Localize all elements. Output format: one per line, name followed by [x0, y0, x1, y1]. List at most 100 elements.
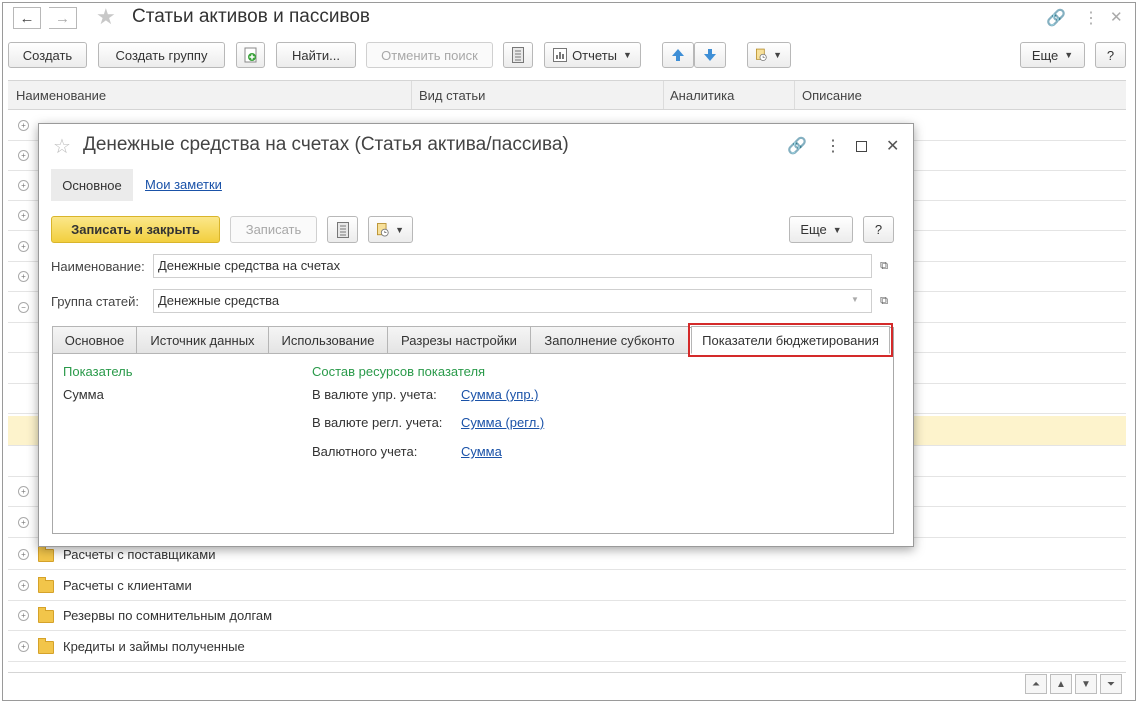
chevron-down-icon: ▼ — [832, 224, 842, 235]
arrow-up-icon — [672, 49, 684, 61]
star-icon[interactable]: ★ — [96, 4, 116, 30]
group-input[interactable]: Денежные средства — [153, 289, 872, 313]
row-name: Кредиты и займы полученные — [63, 639, 245, 654]
column-header-name[interactable]: Наименование — [16, 88, 106, 103]
more-button[interactable]: Еще ▼ — [789, 216, 853, 243]
group-label: Группа статей: — [51, 294, 139, 309]
tab-budget-indicators[interactable]: Показатели бюджетирования — [688, 323, 893, 357]
column-header-type[interactable]: Вид статьи — [419, 88, 485, 103]
expand-icon[interactable]: + — [18, 641, 29, 652]
expand-icon[interactable]: + — [18, 271, 29, 282]
list-button[interactable] — [327, 216, 358, 243]
table-row[interactable]: + Кредиты и займы полученные — [8, 632, 1126, 662]
expand-icon[interactable]: + — [18, 580, 29, 591]
help-button[interactable]: ? — [1095, 42, 1126, 68]
tab-subconto-fill[interactable]: Заполнение субконто — [530, 326, 689, 354]
open-icon[interactable]: ⧉ — [874, 291, 894, 311]
tab-data-source[interactable]: Источник данных — [136, 326, 269, 354]
expand-icon[interactable]: + — [18, 549, 29, 560]
tab-panel — [52, 327, 894, 534]
resource-label: В валюте упр. учета: — [312, 387, 437, 402]
open-icon[interactable]: ⧉ — [874, 256, 894, 276]
table-row[interactable]: + Расчеты с клиентами — [8, 571, 1126, 601]
create-button[interactable]: Создать — [8, 42, 87, 68]
chevron-up-icon: ▲ — [1056, 678, 1066, 690]
resource-link[interactable]: Сумма (регл.) — [461, 415, 544, 430]
scroll-top-icon: ⏶ — [1032, 678, 1040, 690]
expand-icon[interactable]: + — [18, 180, 29, 191]
chevron-down-icon: ▼ — [1081, 678, 1091, 690]
document-list-icon — [512, 47, 524, 63]
column-header-analytics[interactable]: Аналитика — [670, 88, 734, 103]
expand-icon[interactable]: + — [18, 610, 29, 621]
tab-setup-dimensions[interactable]: Разрезы настройки — [387, 326, 531, 354]
reports-button[interactable]: Отчеты ▼ — [544, 42, 641, 68]
move-up-button[interactable] — [662, 42, 694, 68]
expand-icon[interactable]: + — [18, 150, 29, 161]
close-icon[interactable]: ✕ — [1110, 8, 1123, 26]
link-icon[interactable]: 🔗 — [1046, 8, 1066, 28]
more-vertical-icon[interactable]: ⋮ — [825, 136, 841, 156]
arrow-left-icon: ← — [19, 9, 35, 27]
expand-icon[interactable]: + — [18, 120, 29, 131]
scroll-bottom-button[interactable]: ⏷ — [1100, 674, 1122, 694]
chevron-down-icon: ▼ — [773, 50, 782, 60]
folder-icon — [38, 607, 54, 623]
help-button[interactable]: ? — [863, 216, 894, 243]
find-button[interactable]: Найти... — [276, 42, 356, 68]
indicator-value[interactable]: Сумма — [63, 387, 104, 402]
cancel-search-button[interactable]: Отменить поиск — [366, 42, 493, 68]
copy-add-icon — [244, 47, 256, 63]
chevron-down-icon[interactable]: ▼ — [851, 295, 859, 304]
star-outline-icon[interactable]: ☆ — [53, 134, 71, 159]
tab-usage[interactable]: Использование — [268, 326, 388, 354]
back-button[interactable]: ← — [13, 7, 41, 29]
chevron-down-icon: ▼ — [623, 50, 632, 60]
more-label: Еще — [1031, 47, 1059, 63]
list-button[interactable] — [503, 42, 533, 68]
arrow-down-icon — [704, 49, 716, 61]
name-input[interactable]: Денежные средства на счетах — [153, 254, 872, 278]
table-row[interactable]: + Резервы по сомнительным долгам — [8, 601, 1126, 631]
expand-icon[interactable]: + — [18, 486, 29, 497]
name-label: Наименование: — [51, 259, 145, 274]
scroll-down-button[interactable]: ▼ — [1075, 674, 1097, 694]
expand-icon[interactable]: + — [18, 517, 29, 528]
column-separator — [411, 81, 412, 109]
more-vertical-icon[interactable]: ⋮ — [1083, 8, 1099, 28]
tab-my-notes[interactable]: Мои заметки — [145, 177, 222, 192]
grid-bottom-border — [8, 672, 1126, 673]
document-clock-icon — [377, 222, 389, 236]
resources-header: Состав ресурсов показателя — [312, 364, 486, 379]
print-menu-button[interactable]: ▼ — [368, 216, 413, 243]
tab-main[interactable]: Основное — [51, 169, 133, 201]
item-dialog: ☆ Денежные средства на счетах (Статья ак… — [38, 123, 914, 547]
chevron-down-icon: ▼ — [1064, 50, 1074, 60]
print-menu-button[interactable]: ▼ — [747, 42, 791, 68]
resource-link[interactable]: Сумма (упр.) — [461, 387, 539, 402]
maximize-icon[interactable] — [856, 141, 867, 152]
resource-label: Валютного учета: — [312, 444, 418, 459]
collapse-icon[interactable]: − — [18, 302, 29, 313]
scroll-up-button[interactable]: ▲ — [1050, 674, 1072, 694]
forward-button[interactable]: → — [49, 7, 77, 29]
row-name: Резервы по сомнительным долгам — [63, 608, 273, 623]
create-group-button[interactable]: Создать группу — [98, 42, 225, 68]
column-header-description[interactable]: Описание — [802, 88, 862, 103]
scroll-top-button[interactable]: ⏶ — [1025, 674, 1047, 694]
close-icon[interactable]: ✕ — [886, 136, 899, 156]
resource-label: В валюте регл. учета: — [312, 415, 443, 430]
expand-icon[interactable]: + — [18, 241, 29, 252]
grid-header: Наименование Вид статьи Аналитика Описан… — [8, 80, 1126, 110]
row-name: Расчеты с клиентами — [63, 578, 192, 593]
copy-button[interactable] — [236, 42, 265, 68]
save-close-button[interactable]: Записать и закрыть — [51, 216, 220, 243]
save-button[interactable]: Записать — [230, 216, 317, 243]
link-icon[interactable]: 🔗 — [787, 136, 807, 156]
expand-icon[interactable]: + — [18, 210, 29, 221]
tab-basic[interactable]: Основное — [52, 326, 137, 354]
more-button[interactable]: Еще ▼ — [1020, 42, 1085, 68]
move-down-button[interactable] — [694, 42, 726, 68]
resource-link[interactable]: Сумма — [461, 444, 502, 459]
document-clock-icon — [756, 48, 767, 61]
